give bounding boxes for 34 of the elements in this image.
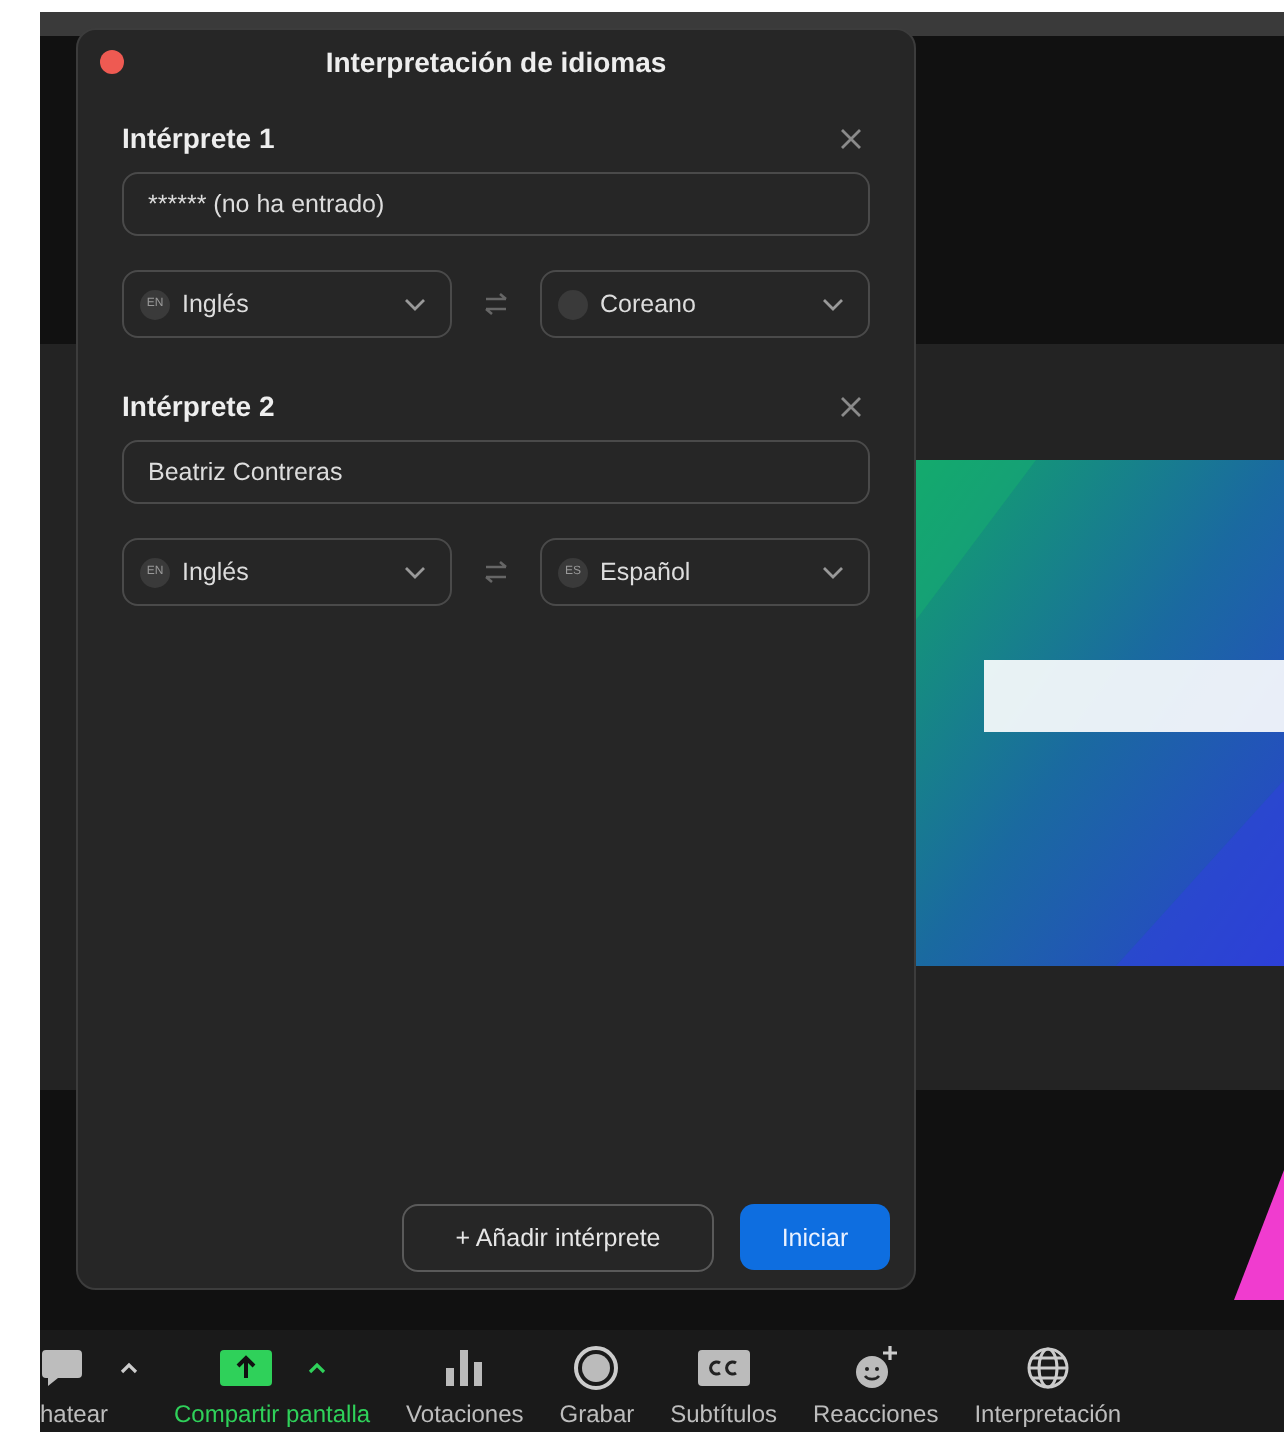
start-button[interactable]: Iniciar bbox=[740, 1204, 890, 1270]
chat-bubble-icon bbox=[40, 1348, 84, 1388]
interpreter-heading: Intérprete 2 bbox=[122, 390, 275, 422]
captions-tool[interactable]: Subtítulos bbox=[652, 1346, 795, 1428]
remove-icon[interactable] bbox=[840, 127, 862, 149]
share-screen-icon bbox=[219, 1350, 272, 1386]
remove-icon[interactable] bbox=[840, 395, 862, 417]
interpreter-heading: Intérprete 1 bbox=[122, 122, 275, 154]
record-icon bbox=[574, 1346, 619, 1390]
interpretation-tool[interactable]: Interpretación bbox=[956, 1346, 1140, 1428]
chevron-down-icon bbox=[404, 297, 426, 311]
swap-icon[interactable] bbox=[484, 292, 508, 316]
language-dropdown[interactable]: Coreano bbox=[540, 270, 870, 338]
dialog-title: Interpretación de idiomas bbox=[325, 46, 667, 78]
arrow-annotation bbox=[1234, 1170, 1284, 1300]
swap-icon[interactable] bbox=[484, 560, 508, 584]
chevron-down-icon bbox=[822, 565, 844, 579]
interpreter-name-field[interactable]: Beatriz Contreras bbox=[122, 440, 870, 504]
record-tool[interactable]: Grabar bbox=[541, 1346, 653, 1428]
reactions-tool[interactable]: Reacciones bbox=[795, 1346, 957, 1428]
add-interpreter-button[interactable]: + Añadir intérprete bbox=[402, 1204, 714, 1272]
polls-tool[interactable]: Votaciones bbox=[388, 1346, 542, 1428]
caret-icon[interactable] bbox=[120, 1362, 138, 1374]
caret-icon[interactable] bbox=[307, 1362, 326, 1374]
close-button[interactable] bbox=[100, 50, 124, 74]
interpreter-name-field[interactable]: ****** (no ha entrado) bbox=[122, 172, 870, 236]
chevron-down-icon bbox=[822, 297, 844, 311]
chevron-down-icon bbox=[404, 565, 426, 579]
globe-icon bbox=[1025, 1346, 1070, 1390]
bar-chart-icon bbox=[446, 1350, 483, 1386]
closed-captions-icon bbox=[697, 1350, 750, 1386]
chat-tool[interactable]: hatear bbox=[40, 1346, 156, 1428]
smiley-plus-icon bbox=[853, 1346, 898, 1390]
share-tool[interactable]: Compartir pantalla bbox=[156, 1346, 389, 1428]
